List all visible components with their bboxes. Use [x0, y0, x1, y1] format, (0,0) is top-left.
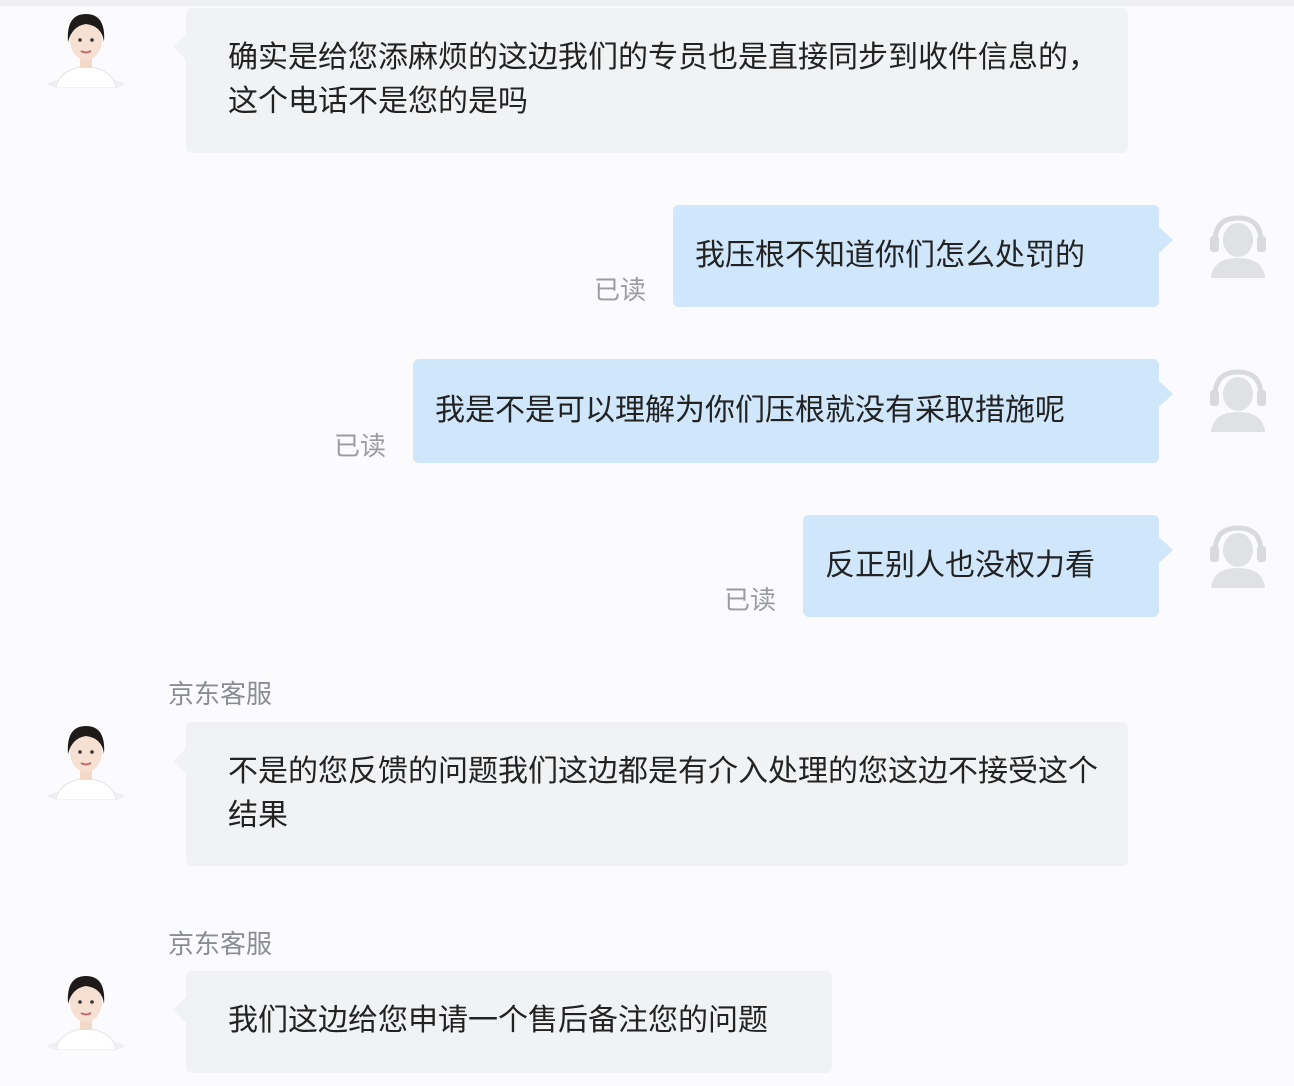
user-avatar-icon: [1207, 212, 1269, 278]
agent-avatar-icon: [46, 8, 126, 88]
message-text: 我是不是可以理解为你们压根就没有采取措施呢: [435, 393, 1065, 428]
agent-avatar-icon: [46, 970, 126, 1050]
user-avatar-icon: [1207, 366, 1269, 432]
user-message-bubble: 反正别人也没权力看: [803, 515, 1173, 617]
message-text: 我们这边给您申请一个售后备注您的问题: [228, 1003, 768, 1038]
user-message-bubble: 我压根不知道你们怎么处罚的: [673, 205, 1173, 307]
message-text: 不是的您反馈的问题我们这边都是有介入处理的您这边不接受这个结果: [228, 754, 1098, 833]
agent-message-bubble: 我们这边给您申请一个售后备注您的问题: [173, 971, 832, 1073]
message-text: 反正别人也没权力看: [825, 548, 1095, 583]
read-status: 已读: [724, 586, 777, 616]
agent-avatar-icon: [46, 720, 126, 800]
agent-message-bubble: 不是的您反馈的问题我们这边都是有介入处理的您这边不接受这个结果: [173, 722, 1128, 866]
message-text: 确实是给您添麻烦的这边我们的专员也是直接同步到收件信息的，这个电话不是您的是吗: [228, 40, 1098, 119]
agent-message-bubble: 确实是给您添麻烦的这边我们的专员也是直接同步到收件信息的，这个电话不是您的是吗: [173, 8, 1128, 153]
sender-name: 京东客服: [168, 930, 273, 960]
user-message-bubble: 我是不是可以理解为你们压根就没有采取措施呢: [413, 359, 1173, 463]
read-status: 已读: [334, 432, 387, 462]
read-status: 已读: [594, 276, 647, 306]
user-avatar-icon: [1207, 522, 1269, 588]
sender-name: 京东客服: [168, 680, 273, 710]
top-divider: [0, 0, 1294, 6]
message-text: 我压根不知道你们怎么处罚的: [695, 238, 1085, 273]
